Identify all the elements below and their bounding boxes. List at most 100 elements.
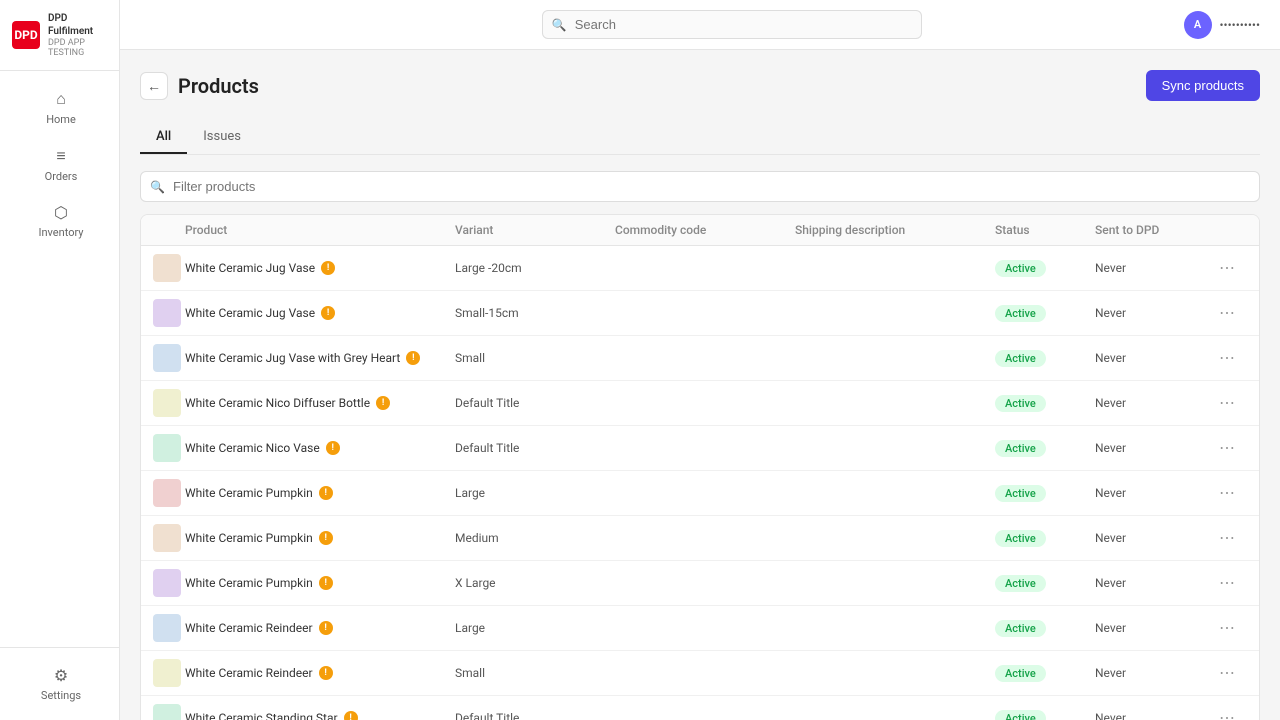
product-name-text: White Ceramic Pumpkin bbox=[185, 576, 313, 590]
table-row: White Ceramic Jug Vase ! Large -20cm Act… bbox=[141, 246, 1259, 291]
sent-cell: Never bbox=[1095, 711, 1215, 720]
page-header: ← Products Sync products bbox=[140, 70, 1260, 101]
warning-icon: ! bbox=[319, 531, 333, 545]
sidebar-item-inventory[interactable]: ⬡ Inventory bbox=[0, 193, 119, 249]
status-cell: Active bbox=[995, 530, 1095, 547]
col-sent: Sent to DPD bbox=[1095, 223, 1215, 237]
sync-products-button[interactable]: Sync products bbox=[1146, 70, 1260, 101]
row-more-button[interactable]: ⋯ bbox=[1215, 391, 1239, 415]
logo-icon: DPD bbox=[12, 21, 40, 49]
table-header: Product Variant Commodity code Shipping … bbox=[141, 215, 1259, 246]
sidebar-item-label: Home bbox=[46, 113, 76, 126]
variant-cell: Default Title bbox=[455, 441, 615, 455]
product-name-text: White Ceramic Nico Vase bbox=[185, 441, 320, 455]
variant-cell: Large bbox=[455, 486, 615, 500]
table-body: White Ceramic Jug Vase ! Large -20cm Act… bbox=[141, 246, 1259, 720]
warning-icon: ! bbox=[376, 396, 390, 410]
row-more-button[interactable]: ⋯ bbox=[1215, 256, 1239, 280]
table-row: White Ceramic Nico Vase ! Default Title … bbox=[141, 426, 1259, 471]
sidebar-footer: ⚙ Settings bbox=[0, 647, 119, 720]
variant-cell: Small-15cm bbox=[455, 306, 615, 320]
table-row: White Ceramic Reindeer ! Small Active Ne… bbox=[141, 651, 1259, 696]
col-product: Product bbox=[185, 223, 455, 237]
filter-input[interactable] bbox=[140, 171, 1260, 202]
product-name-text: White Ceramic Standing Star bbox=[185, 711, 338, 720]
table-row: White Ceramic Standing Star ! Default Ti… bbox=[141, 696, 1259, 720]
product-name-cell: White Ceramic Nico Diffuser Bottle ! bbox=[185, 396, 455, 410]
product-name-text: White Ceramic Jug Vase with Grey Heart bbox=[185, 351, 400, 365]
product-name-cell: White Ceramic Pumpkin ! bbox=[185, 531, 455, 545]
row-more-button[interactable]: ⋯ bbox=[1215, 301, 1239, 325]
sidebar-item-label: Inventory bbox=[38, 226, 83, 239]
status-cell: Active bbox=[995, 485, 1095, 502]
product-name-cell: White Ceramic Jug Vase ! bbox=[185, 261, 455, 275]
col-thumb bbox=[153, 223, 185, 237]
status-badge: Active bbox=[995, 665, 1046, 682]
sidebar-item-settings[interactable]: ⚙ Settings bbox=[0, 656, 119, 712]
row-more-button[interactable]: ⋯ bbox=[1215, 706, 1239, 720]
col-commodity: Commodity code bbox=[615, 223, 795, 237]
product-name-cell: White Ceramic Pumpkin ! bbox=[185, 576, 455, 590]
status-badge: Active bbox=[995, 305, 1046, 322]
warning-icon: ! bbox=[344, 711, 358, 720]
product-thumbnail bbox=[153, 344, 181, 372]
sent-cell: Never bbox=[1095, 396, 1215, 410]
row-more-button[interactable]: ⋯ bbox=[1215, 661, 1239, 685]
warning-icon: ! bbox=[319, 576, 333, 590]
table-row: White Ceramic Reindeer ! Large Active Ne… bbox=[141, 606, 1259, 651]
table-row: White Ceramic Nico Diffuser Bottle ! Def… bbox=[141, 381, 1259, 426]
status-badge: Active bbox=[995, 440, 1046, 457]
product-name-text: White Ceramic Jug Vase bbox=[185, 306, 315, 320]
back-button[interactable]: ← bbox=[140, 72, 168, 100]
product-thumbnail bbox=[153, 704, 181, 720]
row-more-button[interactable]: ⋯ bbox=[1215, 436, 1239, 460]
sidebar-item-label: Settings bbox=[41, 689, 81, 702]
product-thumbnail bbox=[153, 389, 181, 417]
row-more-button[interactable]: ⋯ bbox=[1215, 526, 1239, 550]
tab-all[interactable]: All bbox=[140, 121, 187, 154]
col-actions bbox=[1215, 223, 1247, 237]
sent-cell: Never bbox=[1095, 576, 1215, 590]
sidebar-nav: ⌂ Home ≡ Orders ⬡ Inventory bbox=[0, 71, 119, 647]
products-table: Product Variant Commodity code Shipping … bbox=[140, 214, 1260, 720]
status-badge: Active bbox=[995, 710, 1046, 720]
sent-cell: Never bbox=[1095, 531, 1215, 545]
main-content: 🔍 A •••••••••• ← Products Sync products … bbox=[120, 0, 1280, 720]
table-row: White Ceramic Jug Vase ! Small-15cm Acti… bbox=[141, 291, 1259, 336]
sidebar-item-orders[interactable]: ≡ Orders bbox=[0, 136, 119, 193]
col-shipping: Shipping description bbox=[795, 223, 995, 237]
product-name-cell: White Ceramic Nico Vase ! bbox=[185, 441, 455, 455]
row-more-button[interactable]: ⋯ bbox=[1215, 616, 1239, 640]
status-badge: Active bbox=[995, 620, 1046, 637]
status-cell: Active bbox=[995, 350, 1095, 367]
variant-cell: X Large bbox=[455, 576, 615, 590]
variant-cell: Medium bbox=[455, 531, 615, 545]
status-cell: Active bbox=[995, 260, 1095, 277]
product-name-cell: White Ceramic Standing Star ! bbox=[185, 711, 455, 720]
header-username: •••••••••• bbox=[1220, 18, 1261, 32]
status-cell: Active bbox=[995, 305, 1095, 322]
status-badge: Active bbox=[995, 395, 1046, 412]
sent-cell: Never bbox=[1095, 621, 1215, 635]
warning-icon: ! bbox=[319, 486, 333, 500]
tab-issues[interactable]: Issues bbox=[187, 121, 257, 154]
product-thumbnail bbox=[153, 569, 181, 597]
product-name-cell: White Ceramic Jug Vase ! bbox=[185, 306, 455, 320]
row-more-button[interactable]: ⋯ bbox=[1215, 346, 1239, 370]
sent-cell: Never bbox=[1095, 261, 1215, 275]
search-input[interactable] bbox=[542, 10, 922, 39]
warning-icon: ! bbox=[319, 621, 333, 635]
product-thumbnail bbox=[153, 659, 181, 687]
page-title: Products bbox=[178, 74, 259, 98]
sent-cell: Never bbox=[1095, 666, 1215, 680]
status-badge: Active bbox=[995, 575, 1046, 592]
product-name-text: White Ceramic Nico Diffuser Bottle bbox=[185, 396, 370, 410]
app-name: DPD Fulfilment bbox=[48, 12, 107, 38]
row-more-button[interactable]: ⋯ bbox=[1215, 481, 1239, 505]
sidebar-item-home[interactable]: ⌂ Home bbox=[0, 79, 119, 136]
row-more-button[interactable]: ⋯ bbox=[1215, 571, 1239, 595]
product-thumbnail bbox=[153, 254, 181, 282]
product-name-text: White Ceramic Reindeer bbox=[185, 666, 313, 680]
sidebar-item-label: Orders bbox=[45, 170, 78, 183]
status-badge: Active bbox=[995, 350, 1046, 367]
